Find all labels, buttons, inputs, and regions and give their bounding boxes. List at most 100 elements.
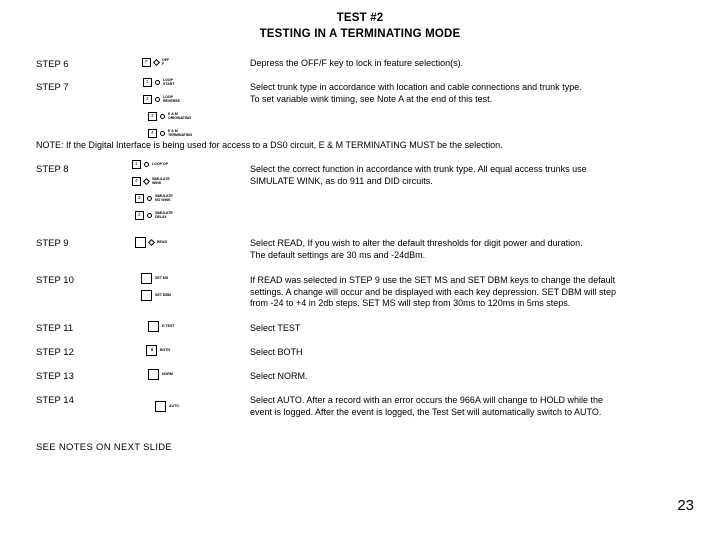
step-description-11: Select TEST [250,323,301,333]
key-legend-label: LOOP OP [152,161,168,166]
key-legend-label: BOTH [160,347,170,352]
step-description-9: Select READ, If you wish to alter the de… [250,238,583,260]
key-button[interactable]: 1 [143,78,152,87]
led-indicator-icon [142,177,151,186]
led-indicator-icon [155,80,160,85]
key-cap-label: 2 [138,212,141,218]
key-button[interactable]: 1 [132,160,141,169]
led-indicator-icon [147,238,156,247]
key-row[interactable]: 2 LOOP REVERSE [143,93,192,106]
key-row[interactable]: 4 SIMULATE WINK [132,175,173,188]
led-indicator-icon [160,114,165,119]
led-indicator-icon [160,131,165,136]
key-row[interactable]: 1 LOOP START [143,76,192,89]
key-group-step-10: SET MS SET DBM [141,272,171,304]
step-label-9: STEP 9 [36,238,69,249]
key-button[interactable]: 4 [132,177,141,186]
key-group-step-11: D TEST [148,320,175,335]
footer-note: SEE NOTES ON NEXT SLIDE [36,442,173,453]
key-button[interactable]: 4 [148,129,157,138]
key-legend-label: E & M ORIGINATING [168,111,192,120]
key-legend-label: SIMULATE NO WINK [155,193,173,202]
key-cap-label: 4 [151,130,154,136]
key-legend-label: NORM [162,371,173,376]
title-line-1: TEST #2 [336,12,384,24]
note-terminating: NOTE: If the Digital Interface is being … [36,140,503,150]
step-description-8: Select the correct function in accordanc… [250,164,587,186]
page-number: 23 [677,497,694,514]
key-group-step-14: AUTO [155,400,179,415]
led-indicator-icon [147,196,152,201]
step-label-12: STEP 12 [36,347,74,358]
key-cap-label: 2 [146,96,149,102]
key-button[interactable]: 3 [148,112,157,121]
key-legend-label: SET MS [155,275,169,280]
key-button[interactable]: 3 [135,194,144,203]
key-group-step-9: READ [135,236,167,251]
key-row[interactable]: 1 LOOP OP [132,158,173,171]
key-row[interactable]: SET MS [141,272,171,285]
slide-title: TEST #2 TESTING IN A TERMINATING MODE [0,10,720,42]
step-label-11: STEP 11 [36,323,74,334]
key-legend-label: LOOP START [163,77,175,86]
step-label-8: STEP 8 [36,164,69,175]
key-cap-label: 1 [146,79,149,85]
key-button[interactable] [148,321,159,332]
key-group-step-12: II BOTH [146,344,170,359]
key-legend-label: SIMULATE WINK [152,176,170,185]
key-row[interactable]: F OFF F [142,56,169,69]
key-button[interactable] [148,369,159,380]
key-button[interactable]: 2 [143,95,152,104]
led-indicator-icon [155,97,160,102]
led-indicator-icon [144,162,149,167]
key-legend-label: D TEST [162,323,175,328]
step-label-7: STEP 7 [36,82,69,93]
step-description-10: If READ was selected in STEP 9 use the S… [250,275,617,308]
key-row[interactable]: 2 SIMULATE DELAY [135,209,173,222]
key-group-step-6: F OFF F [142,56,169,71]
key-row[interactable]: D TEST [148,320,175,333]
title-line-2: TESTING IN A TERMINATING MODE [259,28,461,40]
led-indicator-icon [147,213,152,218]
key-row[interactable]: 3 E & M ORIGINATING [148,110,192,123]
key-legend-label: READ [157,239,167,244]
led-indicator-icon [152,58,161,67]
key-row[interactable]: SET DBM [141,289,171,302]
key-legend-label: AUTO [169,403,179,408]
key-group-step-7: 1 LOOP START 2 LOOP REVERSE 3 E & M ORIG… [143,76,192,142]
key-cap-label: 1 [135,161,138,167]
key-legend-label: E & M TERMINATING [168,128,193,137]
step-label-13: STEP 13 [36,371,74,382]
key-button[interactable]: F [142,58,151,67]
step-description-14: Select AUTO. After a record with an erro… [250,395,604,417]
step-description-13: Select NORM. [250,371,308,381]
step-label-14: STEP 14 [36,395,74,406]
key-button[interactable] [141,290,152,301]
key-cap-label: 3 [151,113,154,119]
key-group-step-13: NORM [148,368,173,383]
key-row[interactable]: AUTO [155,400,179,413]
key-button[interactable] [141,273,152,284]
key-row[interactable]: READ [135,236,167,249]
step-description-12: Select BOTH [250,347,303,357]
key-group-step-8: 1 LOOP OP 4 SIMULATE WINK 3 SIMULATE NO … [132,158,173,224]
key-button[interactable] [155,401,166,412]
step-description-7: Select trunk type in accordance with loc… [250,82,582,104]
key-legend-label: SIMULATE DELAY [155,210,173,219]
key-legend-label: OFF F [162,57,170,66]
key-cap-label: 3 [138,195,141,201]
key-row[interactable]: NORM [148,368,173,381]
step-label-6: STEP 6 [36,59,69,70]
slide-canvas: TEST #2 TESTING IN A TERMINATING MODE ST… [0,0,720,540]
key-cap-label: 4 [135,178,138,184]
key-button[interactable]: 2 [135,211,144,220]
key-row[interactable]: 4 E & M TERMINATING [148,127,192,140]
key-row[interactable]: 3 SIMULATE NO WINK [135,192,173,205]
key-button[interactable] [135,237,146,248]
key-legend-label: SET DBM [155,292,171,297]
step-label-10: STEP 10 [36,275,74,286]
key-legend-label: LOOP REVERSE [163,94,180,103]
key-row[interactable]: II BOTH [146,344,170,357]
key-button[interactable]: II [146,345,157,356]
key-cap-label: F [145,59,148,65]
